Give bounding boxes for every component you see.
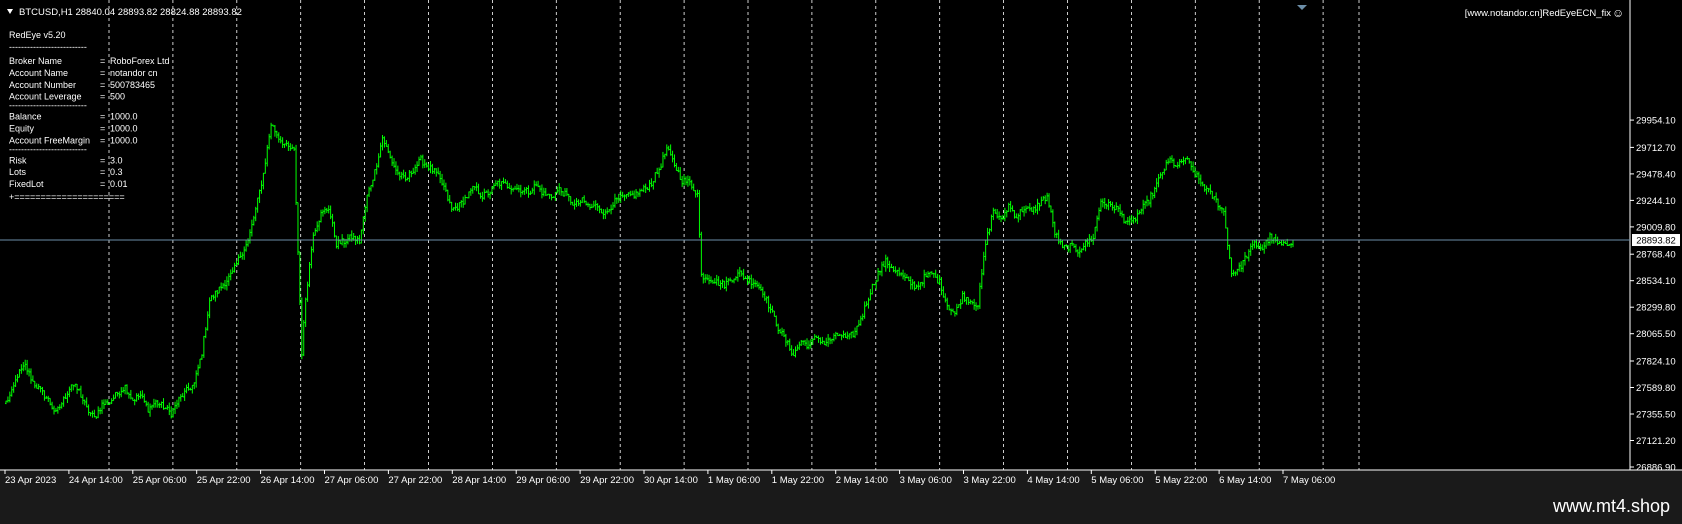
info-row-label: FixedLot (9, 179, 44, 189)
price-tick-label: 27589.80 (1636, 383, 1676, 394)
price-tick-label: 29712.70 (1636, 143, 1676, 154)
time-tick-label: 24 Apr 14:00 (69, 475, 123, 486)
info-panel-title: RedEye v5.20 (9, 30, 66, 40)
ea-label[interactable]: [www.notandor.cn]RedEyeECN_fix (1465, 8, 1612, 19)
price-tick-label: 29244.10 (1636, 196, 1676, 207)
info-row-equals: = (100, 92, 105, 102)
time-tick-label: 25 Apr 22:00 (197, 475, 251, 486)
time-tick-label: 5 May 06:00 (1091, 475, 1143, 486)
time-tick-label: 30 Apr 14:00 (644, 475, 698, 486)
price-tick-label: 27824.10 (1636, 357, 1676, 368)
price-tick-label: 27121.20 (1636, 436, 1676, 447)
time-tick-label: 27 Apr 06:00 (325, 475, 379, 486)
price-tick-label: 28065.50 (1636, 329, 1676, 340)
info-row-equals: = (100, 179, 105, 189)
watermark: www.mt4.shop (1552, 496, 1670, 516)
info-row-label: Balance (9, 112, 42, 122)
info-row-label: Account Number (9, 80, 76, 90)
info-row-equals: = (100, 112, 105, 122)
info-separator: -------------------------- (9, 144, 87, 154)
time-tick-label: 3 May 22:00 (964, 475, 1016, 486)
price-tick-label: 29478.40 (1636, 169, 1676, 180)
current-price-tag: 28893.82 (1632, 234, 1680, 247)
info-row-equals: = (100, 155, 105, 165)
time-tick-label: 3 May 06:00 (900, 475, 952, 486)
time-tick-label: 26 Apr 14:00 (261, 475, 315, 486)
time-tick-label: 5 May 22:00 (1155, 475, 1207, 486)
info-row-label: Broker Name (9, 56, 62, 66)
info-row-equals: = (100, 68, 105, 78)
info-separator: -------------------------- (9, 101, 87, 111)
info-row-value: 1000.0 (110, 112, 138, 122)
info-row-equals: = (100, 56, 105, 66)
info-row-label: Lots (9, 167, 27, 177)
time-tick-label: 1 May 06:00 (708, 475, 760, 486)
price-tick-label: 29009.80 (1636, 222, 1676, 233)
info-row-value: notandor cn (110, 68, 158, 78)
price-tick-label: 28768.40 (1636, 250, 1676, 261)
info-row-equals: = (100, 80, 105, 90)
time-tick-label: 23 Apr 2023 (5, 475, 56, 486)
price-tick-label: 28299.80 (1636, 303, 1676, 314)
current-price-tag-text: 28893.82 (1636, 236, 1676, 247)
price-tick-label: 29954.10 (1636, 116, 1676, 127)
price-tick-label: 28534.10 (1636, 276, 1676, 287)
info-row-value: 0.01 (110, 179, 128, 189)
info-footer-separator: +===================== (9, 192, 125, 202)
info-row-equals: = (100, 124, 105, 134)
time-tick-label: 7 May 06:00 (1283, 475, 1335, 486)
time-tick-label: 28 Apr 14:00 (452, 475, 506, 486)
symbol-line: BTCUSD,H1 28840.04 28893.82 28824.88 288… (19, 7, 242, 18)
info-row-value: 500783465 (110, 80, 155, 90)
time-tick-label: 1 May 22:00 (772, 475, 824, 486)
info-separator: -------------------------- (9, 42, 87, 52)
info-row-value: 3.0 (110, 155, 123, 165)
info-row-value: RoboForex Ltd (110, 56, 170, 66)
time-tick-label: 27 Apr 22:00 (388, 475, 442, 486)
info-row-equals: = (100, 167, 105, 177)
info-row-value: 500 (110, 92, 125, 102)
time-tick-label: 4 May 14:00 (1027, 475, 1079, 486)
info-row-value: 1000.0 (110, 135, 138, 145)
info-row-label: Equity (9, 124, 35, 134)
price-tick-label: 27355.50 (1636, 410, 1676, 421)
chart-background (0, 0, 1630, 470)
info-row-label: Risk (9, 155, 27, 165)
time-tick-label: 6 May 14:00 (1219, 475, 1271, 486)
info-row-value: 1000.0 (110, 124, 138, 134)
info-row-label: Account Name (9, 68, 68, 78)
price-tick-label: 26886.90 (1636, 463, 1676, 474)
chart-frame: 29954.10 29712.70 29478.40 29244.10 29009.80… (0, 0, 1682, 524)
info-row-equals: = (100, 135, 105, 145)
time-tick-label: 2 May 14:00 (836, 475, 888, 486)
info-row-value: 0.3 (110, 167, 123, 177)
time-tick-label: 29 Apr 06:00 (516, 475, 570, 486)
time-tick-label: 29 Apr 22:00 (580, 475, 634, 486)
smiley-icon[interactable]: ☺ (1612, 6, 1624, 20)
time-tick-label: 25 Apr 06:00 (133, 475, 187, 486)
